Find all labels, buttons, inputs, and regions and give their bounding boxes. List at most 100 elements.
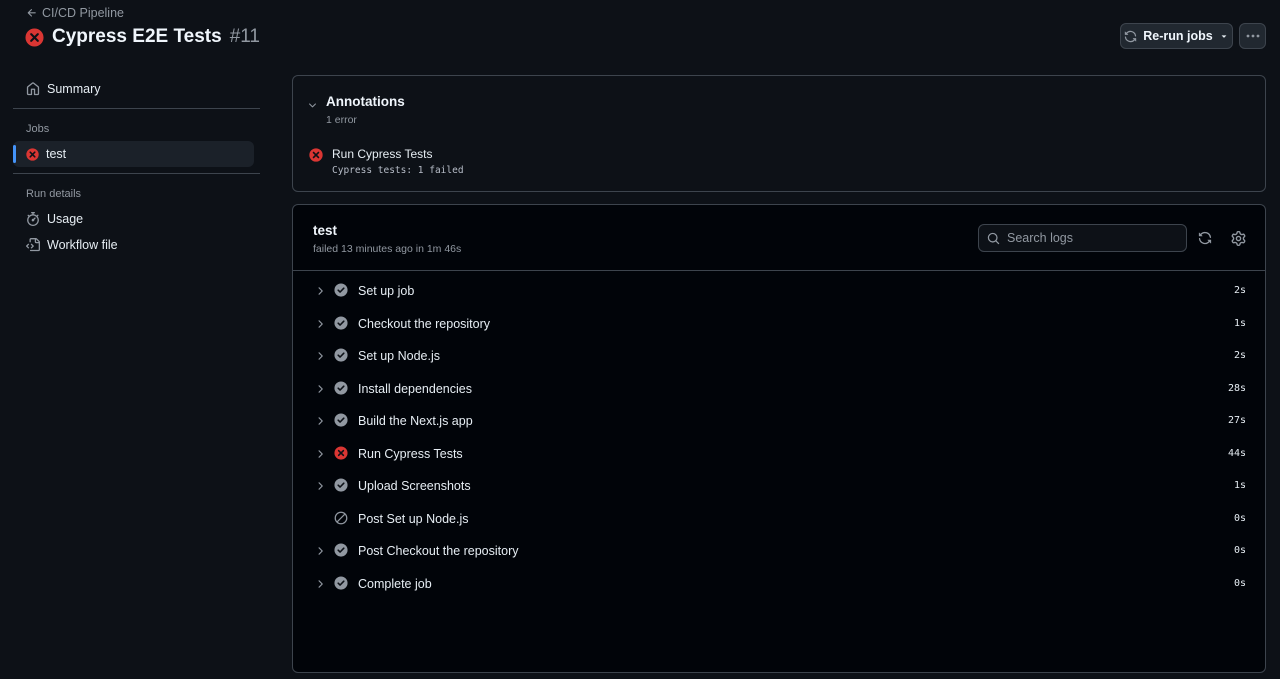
more-options-button[interactable]: [1239, 23, 1266, 49]
step-row[interactable]: Complete job 0s: [293, 568, 1265, 601]
sidebar-item-workflow-file[interactable]: Workflow file: [13, 232, 260, 258]
step-row[interactable]: Install dependencies 28s: [293, 373, 1265, 406]
step-name: Set up Node.js: [358, 349, 440, 363]
chevron-right-icon[interactable]: [314, 480, 326, 492]
sidebar-divider: [13, 108, 260, 109]
sidebar: Summary Jobs test Run details Usage Work…: [13, 76, 260, 258]
error-icon: [309, 148, 323, 162]
job-name: test: [313, 223, 338, 238]
check-circle-icon: [334, 413, 348, 427]
step-name: Post Checkout the repository: [358, 544, 519, 558]
home-icon: [26, 82, 40, 96]
annotations-title: Annotations: [326, 94, 405, 109]
run-details-heading: Run details: [26, 188, 82, 200]
gear-icon: [1231, 230, 1245, 246]
jobs-heading: Jobs: [26, 123, 50, 135]
annotations-count: 1 error: [326, 114, 357, 126]
sidebar-item-usage-label: Usage: [47, 212, 84, 226]
check-circle-icon: [334, 348, 348, 362]
step-row[interactable]: Upload Screenshots 1s: [293, 470, 1265, 503]
chevron-right-icon[interactable]: [314, 318, 326, 330]
check-circle-icon: [334, 478, 348, 492]
failure-status-icon: [26, 147, 39, 161]
step-row[interactable]: Checkout the repository 1s: [293, 308, 1265, 341]
sidebar-item-summary-label: Summary: [47, 82, 101, 96]
file-code-icon: [26, 238, 40, 252]
chevron-right-icon[interactable]: [314, 448, 326, 460]
job-header-divider: [293, 270, 1265, 271]
sidebar-job-label: test: [46, 147, 67, 161]
check-circle-icon: [334, 543, 348, 557]
back-link[interactable]: CI/CD Pipeline: [26, 6, 124, 20]
search-icon: [987, 232, 1000, 244]
step-name: Upload Screenshots: [358, 479, 471, 493]
refresh-logs-button[interactable]: [1195, 228, 1215, 248]
sidebar-item-summary[interactable]: Summary: [13, 76, 260, 102]
step-name: Build the Next.js app: [358, 414, 473, 428]
workflow-title: Cypress E2E Tests: [52, 26, 222, 47]
rerun-jobs-button[interactable]: Re-run jobs: [1120, 23, 1233, 49]
sync-icon: [1198, 231, 1212, 245]
sync-icon: [1125, 30, 1137, 42]
chevron-right-icon[interactable]: [314, 350, 326, 362]
chevron-down-icon: [309, 103, 316, 108]
step-name: Set up job: [358, 284, 415, 298]
step-name: Complete job: [358, 576, 432, 591]
step-row[interactable]: Post Set up Node.js 0s: [293, 503, 1265, 536]
step-row[interactable]: Build the Next.js app 27s: [293, 405, 1265, 438]
search-logs-field[interactable]: [978, 224, 1187, 252]
step-name: Run Cypress Tests: [358, 446, 463, 461]
check-circle-icon: [334, 575, 348, 590]
run-number: #11: [229, 26, 260, 47]
step-duration: 0s: [1233, 512, 1246, 524]
job-status-text: failed 13 minutes ago in 1m 46s: [313, 243, 462, 255]
search-logs-input[interactable]: [1007, 231, 1177, 245]
step-row[interactable]: Set up job 2s: [293, 275, 1265, 308]
x-circle-icon: [334, 445, 348, 460]
step-row[interactable]: Run Cypress Tests 44s: [293, 438, 1265, 471]
step-name: Install dependencies: [358, 381, 472, 396]
step-row[interactable]: Post Checkout the repository 0s: [293, 535, 1265, 568]
step-duration: 2s: [1233, 350, 1246, 361]
sidebar-item-workflow-label: Workflow file: [47, 238, 118, 252]
step-duration: 1s: [1233, 317, 1246, 329]
step-row[interactable]: Set up Node.js 2s: [293, 340, 1265, 373]
annotation-message: Cypress tests: 1 failed: [332, 165, 464, 176]
failure-status-icon: [25, 27, 44, 47]
sidebar-item-job-test[interactable]: test: [13, 141, 254, 167]
chevron-right-icon[interactable]: [314, 383, 326, 395]
steps-list: Set up job 2s Checkout the repository 1s Set…: [293, 275, 1265, 600]
sidebar-item-usage[interactable]: Usage: [13, 206, 260, 232]
step-duration: 0s: [1233, 577, 1246, 589]
back-link-label: CI/CD Pipeline: [42, 6, 124, 20]
job-header: test failed 13 minutes ago in 1m 46s: [313, 223, 461, 255]
step-name: Checkout the repository: [358, 316, 491, 331]
check-circle-icon: [334, 380, 348, 395]
rerun-jobs-label: Re-run jobs: [1143, 29, 1213, 43]
step-duration: 28s: [1227, 382, 1246, 394]
step-duration: 44s: [1227, 447, 1246, 459]
annotations-panel: Annotations 1 error Run Cypress Tests Cy…: [292, 75, 1266, 192]
chevron-right-icon[interactable]: [314, 545, 326, 557]
log-settings-button[interactable]: [1228, 228, 1248, 248]
step-duration: 0s: [1233, 545, 1246, 556]
annotation-title[interactable]: Run Cypress Tests: [332, 147, 464, 161]
step-duration: 2s: [1233, 285, 1246, 296]
arrow-left-icon: [27, 9, 36, 17]
step-duration: 1s: [1233, 480, 1246, 491]
job-log-panel: test failed 13 minutes ago in 1m 46s Set…: [292, 204, 1266, 673]
stopwatch-icon: [27, 212, 39, 226]
chevron-right-icon[interactable]: [314, 578, 326, 590]
sidebar-divider: [13, 173, 260, 174]
chevron-right-icon[interactable]: [314, 415, 326, 427]
annotation-item[interactable]: Run Cypress Tests Cypress tests: 1 faile…: [309, 147, 464, 176]
check-circle-icon: [334, 283, 348, 297]
check-circle-icon: [334, 315, 348, 330]
skip-icon: [334, 511, 348, 525]
chevron-right-icon[interactable]: [314, 285, 326, 297]
step-duration: 27s: [1227, 415, 1246, 426]
kebab-horizontal-icon: [1246, 34, 1259, 38]
page-title: Cypress E2E Tests #11: [25, 26, 260, 48]
caret-down-icon: [1221, 35, 1226, 38]
annotations-toggle[interactable]: Annotations: [307, 94, 405, 111]
